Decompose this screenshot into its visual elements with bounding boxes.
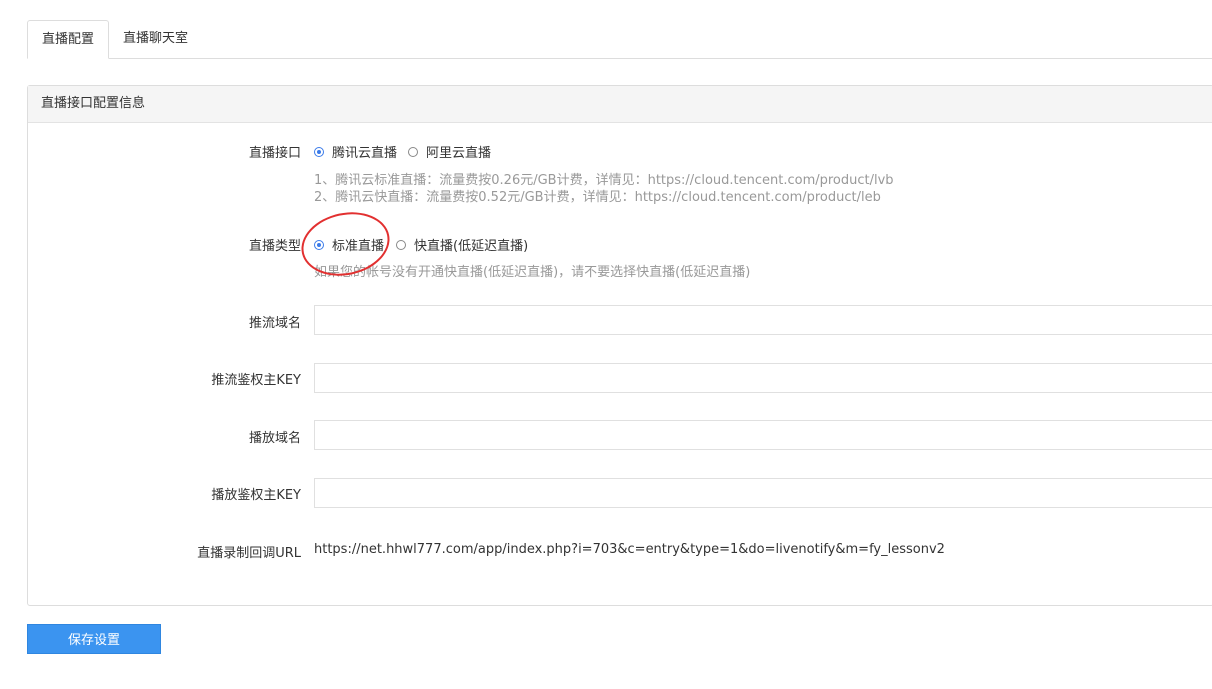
callback-url: https://net.hhwl777.com/app/index.php?i=… [314, 542, 945, 557]
tab-live-chatroom[interactable]: 直播聊天室 [109, 20, 202, 57]
type-label: 直播类型 [248, 239, 301, 254]
radio-unchecked-icon [396, 239, 406, 250]
push-key-label: 推流鉴权主KEY [211, 373, 301, 388]
push-key-input[interactable] [314, 363, 1212, 393]
type-help: 如果您的帐号没有开通快直播(低延迟直播)，请不要选择快直播(低延迟直播) [314, 265, 751, 280]
play-key-label: 播放鉴权主KEY [211, 488, 301, 503]
radio-fast[interactable]: 快直播(低延迟直播) [396, 235, 528, 254]
radio-checked-icon [314, 239, 324, 250]
play-domain-label: 播放域名 [248, 431, 301, 446]
radio-unchecked-icon [408, 146, 418, 157]
radio-standard[interactable]: 标准直播 [314, 235, 384, 254]
radio-checked-icon [314, 146, 324, 157]
interface-help-2: 2、腾讯云快直播：流量费按0.52元/GB计费，详情见：https://clou… [314, 190, 881, 205]
radio-aliyun-label: 阿里云直播 [426, 146, 492, 161]
save-button[interactable]: 保存设置 [27, 624, 161, 654]
radio-tencent-label: 腾讯云直播 [332, 146, 398, 161]
interface-label: 直播接口 [248, 146, 301, 161]
tab-bar: 直播配置 直播聊天室 [27, 20, 1212, 59]
radio-fast-label: 快直播(低延迟直播) [414, 239, 529, 254]
callback-label: 直播录制回调URL [197, 546, 301, 561]
config-panel: 直播接口配置信息 直播接口 腾讯云直播 阿里云直播 1、腾讯云标准直播：流量费按… [27, 85, 1212, 606]
radio-tencent[interactable]: 腾讯云直播 [314, 142, 397, 161]
panel-title: 直播接口配置信息 [28, 86, 1212, 123]
tab-live-config[interactable]: 直播配置 [27, 20, 110, 59]
push-domain-input[interactable] [314, 305, 1212, 335]
play-domain-input[interactable] [314, 420, 1212, 450]
play-key-input[interactable] [314, 478, 1212, 508]
radio-aliyun[interactable]: 阿里云直播 [408, 142, 491, 161]
push-domain-label: 推流域名 [248, 316, 301, 331]
radio-standard-label: 标准直播 [332, 239, 385, 254]
